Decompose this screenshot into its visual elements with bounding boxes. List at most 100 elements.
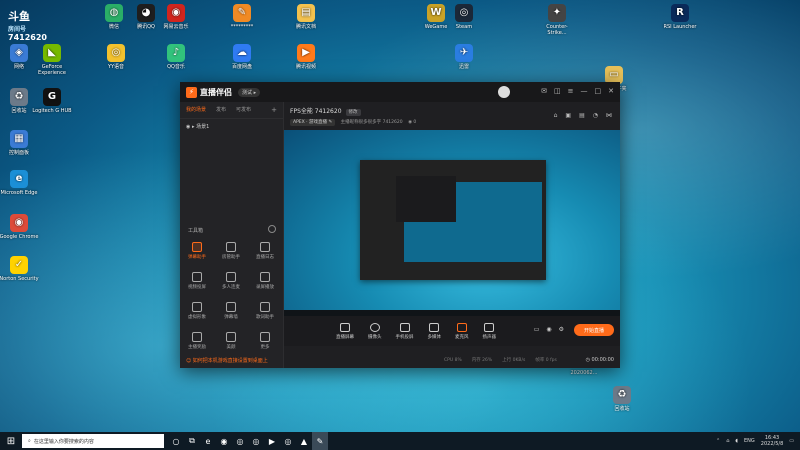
taskbar-search[interactable]: ⌕ 在这里输入你要搜索的内容 [22,434,164,448]
tool-label: 录屏播放 [256,285,274,290]
desktop-shortcut[interactable]: ▦ 控制面板 [0,130,39,156]
category-chip[interactable]: APEX · 游戏直播 ✎ [290,119,336,126]
tencent-docs-icon: ▤ [297,4,315,22]
desktop-shortcut[interactable]: e Microsoft Edge [0,170,39,196]
tab-publishable[interactable]: 可发布 [236,106,251,114]
desktop-shortcut[interactable]: ◎ Steam [444,4,484,30]
desktop-shortcut[interactable]: ◉ Google Chrome [0,214,39,240]
desktop-shortcut-label: Microsoft Edge [0,190,38,196]
tool-label: 主播奖励 [188,345,206,350]
tool-item[interactable]: 歌词助手 [252,302,278,320]
desktop-shortcut[interactable]: ✓ Norton Security [0,256,39,282]
taskbar-app-icon[interactable]: e [200,432,216,450]
settings-gear-icon[interactable]: ⚙ [559,326,564,333]
tool-item[interactable]: 多人连麦 [218,272,244,290]
tool-item[interactable]: 视频投屏 [184,272,210,290]
clock[interactable]: 16:43 2022/5/8 [761,435,783,447]
desktop-shortcut[interactable]: ◣ GeForce Experience [32,44,72,76]
wegame-icon: W [427,4,445,22]
tool-item[interactable]: 房管助手 [218,242,244,260]
mic-button[interactable]: 麦克风 [455,322,469,340]
status-bar: CPU 8% 内存 26% 上行 0KB/s 帧率 0 fps ◷ 00:00:… [284,352,620,368]
search-placeholder: 在这里输入你要搜索的内容 [33,438,94,445]
desktop-shortcut-label: GeForce Experience [38,64,66,76]
desktop-shortcut[interactable]: ☁ 百度网盘 [222,44,262,70]
geforce-icon: ◣ [43,44,61,62]
lock-icon[interactable]: ▣ [565,112,571,119]
phone-cast-label: 手机投屏 [395,334,414,340]
tool-item[interactable]: 虚拟形象 [184,302,210,320]
nested-preview-panel [396,176,456,222]
desktop-shortcut[interactable]: ◉ 网易云音乐 [156,4,196,30]
desktop-shortcut[interactable]: ◎ YY语音 [96,44,136,70]
version-badge[interactable]: 测试 ▸ [238,87,261,97]
speaker-button[interactable]: 扬声器 [483,322,496,340]
stream-preview[interactable] [284,130,620,316]
tool-icon [226,242,236,252]
gift-icon[interactable]: ⌂ [554,112,558,119]
tray-chevron-icon[interactable]: ⌃ [716,438,720,444]
tray-network-icon[interactable]: ⌂ [726,438,729,444]
desktop-shortcut-label: Norton Security [0,276,39,282]
scene-item[interactable]: ◉ ▸ 场景1 [180,119,283,134]
window-controls: ✉ ◫ ≡ — □ ✕ [541,87,614,95]
edit-title-button[interactable]: 修改 [345,109,361,116]
minimize-icon[interactable]: — [581,87,588,95]
tab-publish[interactable]: 发布 [216,106,226,114]
tool-item[interactable]: 录屏播放 [252,272,278,290]
desktop-shortcut[interactable]: ♻ 回收站 [602,386,642,412]
language-indicator[interactable]: ENG [744,438,755,444]
taskbar-app-icon[interactable]: ✎ [312,432,328,450]
mail-icon[interactable]: ✉ [541,87,547,95]
taskbar-app-icon[interactable]: ○ [168,432,184,450]
taskbar-app-icon[interactable]: ◎ [248,432,264,450]
bell-icon[interactable]: ◔ [593,112,598,119]
desktop-shortcut[interactable]: ✦ Counter-Strike... [537,4,577,36]
camera-button[interactable]: 摄像头 [368,322,382,340]
taskbar-app-icon[interactable]: ▶ [264,432,280,450]
desktop-shortcut[interactable]: ▶ 腾讯视频 [286,44,326,70]
tray-volume-icon[interactable]: ◖ [735,438,738,444]
desktop-shortcut[interactable]: ✎ ********* [222,4,262,30]
footer-tip[interactable]: ☺ 如何把本机游戏直接设置到桌面上 [186,357,268,364]
edge-icon: e [10,170,28,188]
tool-label: 更多 [260,345,270,350]
taskbar-app-icon[interactable]: ◎ [232,432,248,450]
notification-icon[interactable]: ▭ [789,438,794,444]
share-icon[interactable]: ⋈ [606,112,612,119]
eye-icon[interactable]: ◉ [186,124,190,130]
go-live-button[interactable]: 开始直播 [574,324,614,336]
record-icon[interactable]: ▭ [534,326,540,333]
close-icon[interactable]: ✕ [608,87,614,95]
tool-item[interactable]: 弹幕墙 [218,302,244,320]
maximize-icon[interactable]: □ [595,87,602,95]
tool-item[interactable]: 直播日志 [252,242,278,260]
menu-icon[interactable]: ≡ [568,87,574,95]
screen-capture-button[interactable]: 直播屏幕 [336,322,354,340]
desktop-shortcut[interactable]: G Logitech G HUB [32,88,72,114]
avatar[interactable] [498,86,510,98]
phone-cast-button[interactable]: 手机投屏 [395,322,414,340]
preview-eye-icon[interactable]: ◉ [546,326,551,333]
desktop-shortcut[interactable]: ▤ 腾讯文档 [286,4,326,30]
tab-my-scenes[interactable]: 我的场景 [186,106,206,114]
add-icon[interactable]: + [271,106,277,114]
tool-item[interactable]: 美颜 [218,332,244,350]
desktop-shortcut[interactable]: ✈ 迅雷 [444,44,484,70]
tool-icon [192,332,202,342]
desktop-shortcut-label: 2020062... [570,370,598,376]
chat-icon[interactable]: ▤ [579,112,585,119]
taskbar-app-icon[interactable]: ◉ [216,432,232,450]
tools-settings-icon[interactable] [268,225,276,233]
taskbar-app-icon[interactable]: ▲ [296,432,312,450]
skin-icon[interactable]: ◫ [554,87,561,95]
tool-item[interactable]: 主播奖励 [184,332,210,350]
desktop-shortcut[interactable]: ♪ QQ音乐 [156,44,196,70]
desktop-shortcut[interactable]: R RSI Launcher [660,4,700,30]
windows-start-icon[interactable]: ⊞ [0,432,22,450]
tool-item[interactable]: 弹幕助手 [184,242,210,260]
taskbar-app-icon[interactable]: ◎ [280,432,296,450]
media-button[interactable]: 多媒体 [428,322,441,340]
taskbar-app-icon[interactable]: ⧉ [184,432,200,450]
tool-item[interactable]: 更多 [252,332,278,350]
